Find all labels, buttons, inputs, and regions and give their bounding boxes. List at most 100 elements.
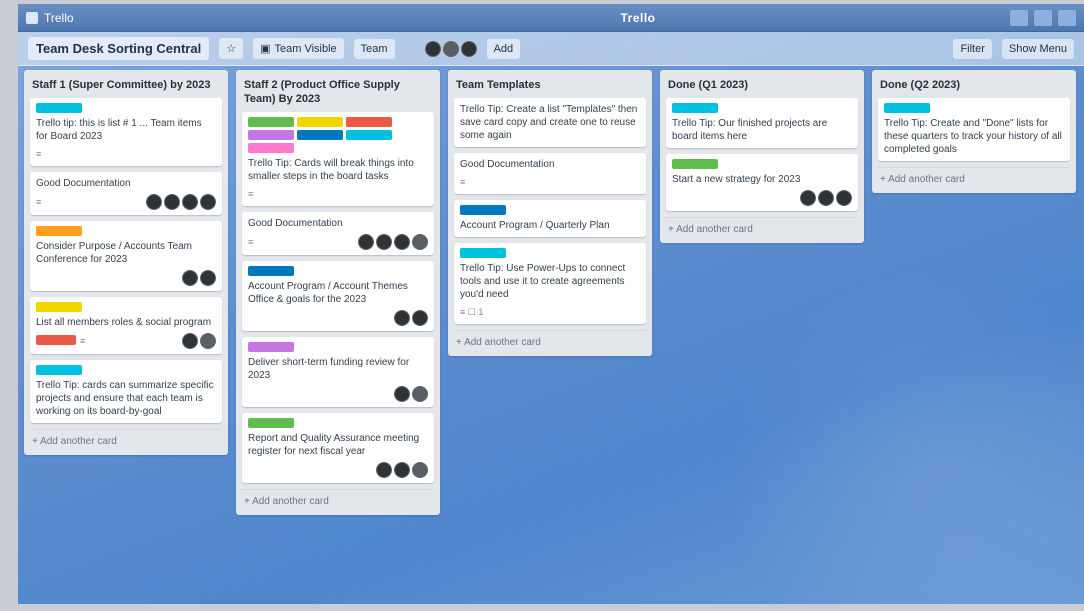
member-avatar[interactable] [376, 234, 392, 250]
member-avatar[interactable] [412, 234, 428, 250]
card[interactable]: Trello Tip: Our finished projects are bo… [666, 98, 858, 148]
maximize-button[interactable] [1034, 9, 1052, 26]
card-label[interactable] [460, 248, 506, 258]
star-button[interactable]: ☆ [219, 38, 244, 59]
card[interactable]: Good Documentation ≡ [30, 172, 222, 215]
minimize-button[interactable] [1010, 9, 1028, 26]
lock-icon: ▣ [260, 43, 271, 55]
card[interactable]: Start a new strategy for 2023 [666, 154, 858, 211]
card-label[interactable] [297, 117, 343, 127]
member-avatar[interactable] [412, 310, 428, 326]
description-icon: ≡ [248, 188, 254, 199]
card-label[interactable] [884, 103, 930, 113]
card[interactable]: Trello tip: this is list # 1 ... Team it… [30, 98, 222, 166]
member-avatar[interactable] [200, 194, 216, 210]
card-label[interactable] [248, 130, 294, 140]
list[interactable]: Team Templates Trello Tip: Create a list … [448, 70, 652, 356]
member-avatar[interactable] [412, 386, 428, 402]
add-card-button[interactable]: + Add another card [878, 167, 1070, 193]
invite-button[interactable]: Add [486, 38, 521, 59]
member-avatar[interactable] [836, 190, 852, 206]
member-avatar[interactable] [182, 194, 198, 210]
member-avatar[interactable] [358, 234, 374, 250]
card-label[interactable] [248, 418, 294, 428]
card[interactable]: Account Program / Quarterly Plan [454, 200, 646, 237]
card[interactable]: Trello Tip: Use Power-Ups to connect too… [454, 243, 646, 324]
card[interactable]: Trello Tip: Create and "Done" lists for … [878, 98, 1070, 161]
card[interactable]: Account Program / Account Themes Office … [242, 261, 434, 331]
card-label[interactable] [248, 342, 294, 352]
card-labels [460, 205, 640, 215]
card-label[interactable] [672, 159, 718, 169]
card[interactable]: Deliver short-term funding review for 20… [242, 337, 434, 407]
member-avatar[interactable] [182, 333, 198, 349]
member-avatar[interactable] [442, 40, 459, 57]
member-avatar[interactable] [818, 190, 834, 206]
card-label[interactable] [460, 205, 506, 215]
card[interactable]: Good Documentation ≡ [454, 153, 646, 194]
add-card-button[interactable]: + Add another card [242, 489, 434, 515]
list-title[interactable]: Staff 1 (Super Committee) by 2023 [30, 76, 222, 98]
board-title[interactable]: Team Desk Sorting Central [28, 37, 210, 60]
card-title: Start a new strategy for 2023 [672, 174, 801, 185]
member-avatar[interactable] [182, 270, 198, 286]
card[interactable]: Consider Purpose / Accounts Team Confere… [30, 221, 222, 291]
member-avatar[interactable] [394, 386, 410, 402]
card-badges: ≡ [248, 188, 253, 201]
member-avatar[interactable] [394, 234, 410, 250]
list[interactable]: Staff 1 (Super Committee) by 2023 Trello … [24, 70, 228, 455]
add-card-button[interactable]: + Add another card [30, 429, 222, 455]
member-avatar[interactable] [394, 310, 410, 326]
card[interactable]: List all members roles & social program ≡ [30, 297, 222, 354]
card-title: Account Program / Quarterly Plan [460, 220, 610, 231]
window-title: Trello [620, 10, 656, 25]
list[interactable]: Done (Q2 2023) Trello Tip: Create and "Do… [872, 70, 1076, 193]
card[interactable]: Report and Quality Assurance meeting reg… [242, 413, 434, 483]
member-avatar[interactable] [800, 190, 816, 206]
member-avatar[interactable] [164, 194, 180, 210]
board-members[interactable] [424, 40, 477, 57]
visibility-button[interactable]: ▣ Team Visible [253, 38, 344, 59]
card[interactable]: Trello Tip: Cards will break things into… [242, 112, 434, 206]
member-avatar[interactable] [200, 333, 216, 349]
card[interactable]: Trello Tip: cards can summarize specific… [30, 360, 222, 423]
card-title: Trello tip: this is list # 1 ... Team it… [36, 118, 202, 142]
list-title[interactable]: Team Templates [454, 76, 646, 98]
list[interactable]: Done (Q1 2023) Trello Tip: Our finished p… [660, 70, 864, 243]
list-title[interactable]: Done (Q1 2023) [666, 76, 858, 98]
member-avatar[interactable] [200, 270, 216, 286]
org-button[interactable]: Team [353, 38, 395, 59]
card-label[interactable] [36, 103, 82, 113]
filter-button[interactable]: Filter [953, 38, 992, 59]
member-avatar[interactable] [460, 40, 477, 57]
member-avatar[interactable] [376, 462, 392, 478]
card-label[interactable] [672, 103, 718, 113]
card-title: List all members roles & social program [36, 317, 212, 328]
card-title: Report and Quality Assurance meeting reg… [248, 433, 420, 457]
list-title[interactable]: Staff 2 (Product Office Supply Team) By … [242, 76, 434, 112]
card-label[interactable] [297, 130, 343, 140]
close-button[interactable] [1058, 9, 1076, 26]
add-card-button[interactable]: + Add another card [454, 330, 646, 356]
card-label[interactable] [36, 365, 82, 375]
card-label[interactable] [346, 130, 392, 140]
member-avatar[interactable] [394, 462, 410, 478]
list[interactable]: Staff 2 (Product Office Supply Team) By … [236, 70, 440, 515]
show-menu-button[interactable]: Show Menu [1001, 38, 1074, 59]
card-label[interactable] [346, 117, 392, 127]
card-label[interactable] [36, 302, 82, 312]
card-label[interactable] [36, 334, 76, 345]
card-label[interactable] [248, 117, 294, 127]
card-label[interactable] [248, 266, 294, 276]
member-avatar[interactable] [146, 194, 162, 210]
description-icon: ≡ [460, 176, 466, 187]
card-label[interactable] [36, 226, 82, 236]
card[interactable]: Trello Tip: Create a list "Templates" th… [454, 98, 646, 147]
list-title[interactable]: Done (Q2 2023) [878, 76, 1070, 98]
card-labels [36, 302, 216, 312]
card[interactable]: Good Documentation ≡ [242, 212, 434, 255]
add-card-button[interactable]: + Add another card [666, 217, 858, 243]
member-avatar[interactable] [412, 462, 428, 478]
member-avatar[interactable] [424, 40, 441, 57]
card-label[interactable] [248, 143, 294, 153]
